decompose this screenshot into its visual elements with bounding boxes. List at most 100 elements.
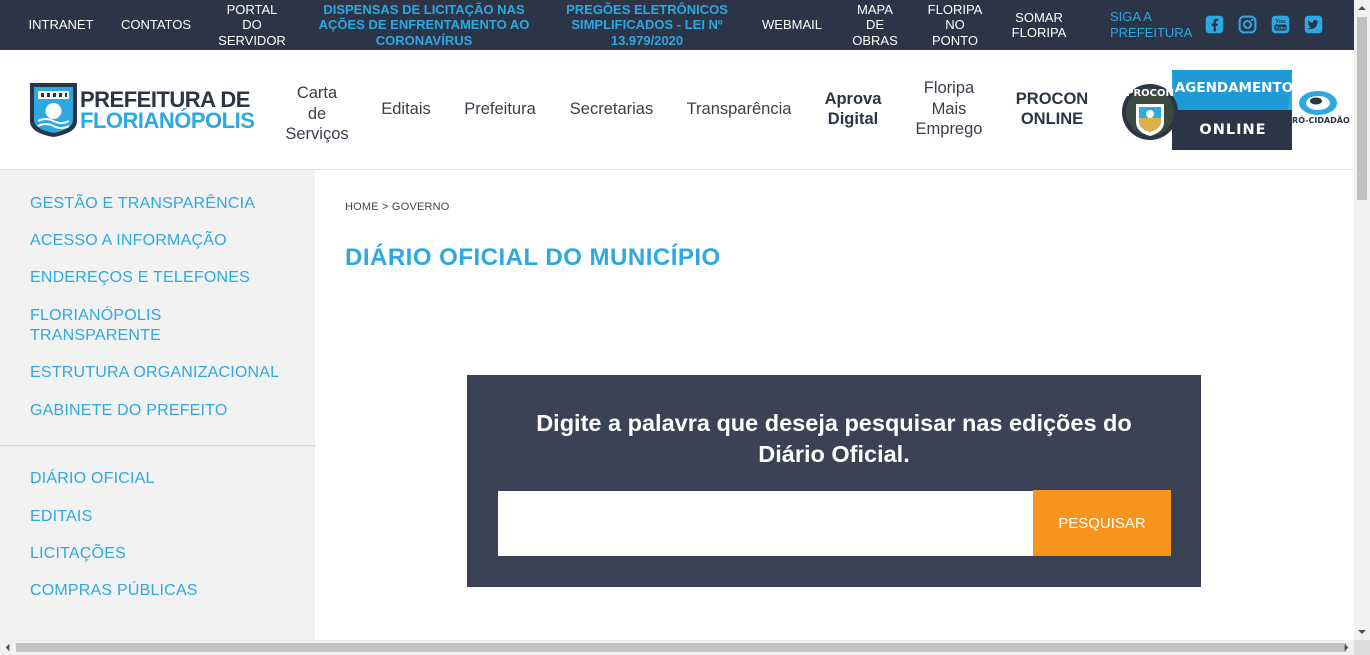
label-line: INTRANET — [28, 17, 94, 33]
label-line: AÇÕES DE ENFRENTAMENTO AO — [318, 17, 530, 33]
label-line: CORONAVÍRUS — [375, 32, 473, 48]
label-line: de — [307, 104, 327, 123]
label-line: GABINETE DO PREFEITO — [30, 402, 228, 419]
svg-text:Tube: Tube — [1274, 25, 1285, 31]
breadcrumb[interactable]: HOME > GOVERNO — [345, 201, 450, 213]
procon-agendamento-banner[interactable]: PROCON AGENDAMENTO ONLINE PRÓ-CIDADÃO — [1120, 70, 1350, 152]
label-line: DO — [242, 17, 262, 33]
label-line: FLORIPA — [1011, 25, 1067, 40]
horizontal-scroll-thumb[interactable] — [16, 643, 1346, 652]
label-line: DISPENSAS DE LICITAÇÃO NAS — [323, 1, 525, 17]
vertical-scroll-thumb[interactable] — [1357, 17, 1367, 200]
page-title: DIÁRIO OFICIAL DO MUNICÍPIO — [345, 244, 721, 271]
scroll-down-arrow-icon[interactable] — [1354, 624, 1370, 640]
label-line: LICITAÇÕES — [30, 545, 126, 562]
label-line: TRANSPARENTE — [30, 327, 162, 344]
label-line: Emprego — [915, 120, 983, 139]
site-header: PREFEITURA DE FLORIANÓPOLIS Carta de Servi… — [0, 50, 1354, 170]
twitter-icon[interactable] — [1302, 13, 1324, 35]
label-line: GESTÃO E TRANSPARÊNCIA — [30, 195, 256, 212]
topbar-link-floripa-ponto[interactable]: FLORIPA NO PONTO — [918, 0, 992, 50]
sidebar-item-editais[interactable]: EDITAIS — [30, 507, 92, 527]
label-line: Secretarias — [569, 99, 654, 118]
sidebar: GESTÃO E TRANSPARÊNCIA ACESSO A INFORMAÇ… — [0, 170, 315, 640]
scroll-up-arrow-icon[interactable] — [1354, 0, 1370, 16]
sidebar-item-compras-publicas[interactable]: COMPRAS PÚBLICAS — [30, 581, 198, 601]
logo-line-1: PREFEITURA DE — [80, 86, 250, 112]
vertical-scrollbar[interactable] — [1354, 0, 1370, 640]
nav-item-prefeitura[interactable]: Prefeitura — [455, 98, 545, 120]
topbar-link-webmail[interactable]: WEBMAIL — [752, 0, 832, 50]
label-line: FLORIPA — [927, 1, 983, 17]
sidebar-item-diario-oficial[interactable]: DIÁRIO OFICIAL — [30, 469, 155, 489]
topbar-link-intranet[interactable]: INTRANET — [18, 0, 104, 50]
label-line: ACESSO A INFORMAÇÃO — [30, 232, 227, 249]
logo-line-2: FLORIANÓPOLIS — [80, 107, 255, 133]
label-line: NO — [945, 17, 965, 33]
scrollbar-corner — [1354, 640, 1370, 655]
siga-prefeitura-label: SIGA A PREFEITURA — [1110, 9, 1193, 40]
nav-item-secretarias[interactable]: Secretarias — [560, 98, 663, 120]
instagram-icon[interactable] — [1236, 13, 1258, 35]
topbar-link-portal-servidor[interactable]: PORTAL DO SERVIDOR — [210, 0, 294, 50]
label-line: PROCON — [1015, 89, 1089, 108]
label-line: Mais — [931, 99, 967, 118]
sidebar-item-gestao-transparencia[interactable]: GESTÃO E TRANSPARÊNCIA — [30, 194, 255, 214]
label-line: DE — [865, 17, 885, 33]
label-line: ESTRUTURA ORGANIZACIONAL — [30, 364, 280, 381]
horizontal-scrollbar[interactable] — [0, 640, 1354, 655]
label-line: SIMPLIFICADOS - LEI Nº — [571, 17, 723, 33]
topbar-link-dispensas-licitacao[interactable]: DISPENSAS DE LICITAÇÃO NAS AÇÕES DE ENFRE… — [306, 0, 542, 50]
nav-item-carta-servicos[interactable]: Carta de Serviços — [278, 83, 356, 145]
label-line: PREGÕES ELETRÔNICOS — [566, 1, 728, 17]
label-line: ENDEREÇOS E TELEFONES — [30, 269, 250, 286]
diario-search-panel: Digite a palavra que deseja pesquisar na… — [467, 375, 1201, 587]
label-line: Carta — [296, 84, 338, 103]
sidebar-item-acesso-informacao[interactable]: ACESSO A INFORMAÇÃO — [30, 231, 227, 251]
sidebar-item-florianopolis-transparente[interactable]: FLORIANÓPOLIS TRANSPARENTE — [30, 306, 162, 346]
procon-banner-bottom: ONLINE — [1199, 122, 1266, 138]
scroll-right-arrow-icon[interactable] — [1339, 640, 1354, 655]
label-line: CONTATOS — [120, 17, 192, 33]
label-line: PONTO — [931, 32, 978, 48]
youtube-icon[interactable]: You Tube — [1269, 13, 1291, 35]
search-input[interactable] — [498, 491, 1033, 556]
scroll-left-arrow-icon[interactable] — [0, 640, 15, 655]
sidebar-divider — [0, 445, 315, 446]
label-line: Floripa — [923, 79, 975, 98]
nav-item-floripa-mais-emprego[interactable]: Floripa Mais Emprego — [904, 78, 994, 140]
label-line: EDITAIS — [30, 508, 93, 525]
label-line: ONLINE — [1020, 110, 1084, 128]
label-line: DIÁRIO OFICIAL — [30, 470, 155, 487]
topbar-link-mapa-obras[interactable]: MAPA DE OBRAS — [845, 0, 905, 50]
top-bar: INTRANET CONTATOS PORTAL DO SERVIDOR DISPE… — [0, 0, 1354, 50]
sidebar-item-enderecos-telefones[interactable]: ENDEREÇOS E TELEFONES — [30, 268, 250, 288]
nav-item-transparencia[interactable]: Transparência — [678, 98, 800, 120]
label-line: SOMAR — [1015, 9, 1063, 25]
label-line: Serviços — [285, 125, 349, 144]
sidebar-item-licitacoes[interactable]: LICITAÇÕES — [30, 544, 126, 564]
topbar-link-pregoes-eletronicos[interactable]: PREGÕES ELETRÔNICOS SIMPLIFICADOS - LEI N… — [554, 0, 740, 50]
sidebar-item-estrutura-organizacional[interactable]: ESTRUTURA ORGANIZACIONAL — [30, 363, 279, 383]
label-line: OBRAS — [852, 32, 898, 48]
label-line: PORTAL — [226, 1, 278, 17]
facebook-icon[interactable] — [1203, 13, 1225, 35]
label-line: COMPRAS PÚBLICAS — [30, 582, 198, 599]
nav-item-aprova-digital[interactable]: Aprova Digital — [812, 88, 894, 130]
nav-item-procon-online[interactable]: PROCON ONLINE — [1006, 88, 1098, 130]
topbar-link-somar-floripa[interactable]: SOMAR FLORIPA — [1002, 0, 1076, 50]
sidebar-item-gabinete-prefeito[interactable]: GABINETE DO PREFEITO — [30, 401, 228, 421]
label-line: Prefeitura — [464, 99, 536, 118]
procon-seal-text: PROCON — [1126, 88, 1174, 99]
topbar-link-contatos[interactable]: CONTATOS — [112, 0, 200, 50]
page: INTRANET CONTATOS PORTAL DO SERVIDOR DISPE… — [0, 0, 1370, 655]
coat-of-arms-icon — [30, 83, 77, 137]
label-line: SERVIDOR — [218, 32, 286, 48]
label-line: MAPA — [857, 1, 893, 17]
search-prompt: Digite a palavra que deseja pesquisar na… — [536, 410, 1132, 467]
search-button[interactable]: PESQUISAR — [1033, 490, 1171, 556]
site-logo[interactable]: PREFEITURA DE FLORIANÓPOLIS — [30, 81, 255, 138]
svg-text:You: You — [1275, 18, 1286, 24]
nav-item-editais[interactable]: Editais — [372, 98, 440, 120]
label-line: Editais — [381, 99, 431, 118]
